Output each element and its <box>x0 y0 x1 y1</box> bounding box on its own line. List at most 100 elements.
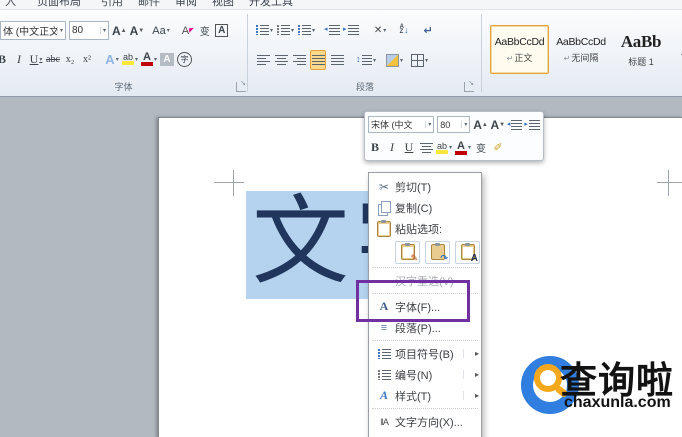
mini-highlight-button[interactable]: ab <box>436 140 452 156</box>
tab-developer[interactable]: 开发工具 <box>249 0 293 8</box>
mini-decrease-indent-button[interactable]: ◂ <box>507 117 523 133</box>
mini-shrink-font-button[interactable]: A ▼ <box>490 117 505 133</box>
paste-text-only-button[interactable]: A <box>455 240 480 264</box>
text-direction-icon: ‖A <box>380 416 389 427</box>
grow-font-button[interactable]: A ▲ <box>112 22 127 40</box>
menu-item-text-direction[interactable]: ‖A 文字方向(X)... <box>369 411 481 432</box>
distribute-button[interactable] <box>330 51 344 69</box>
style-card-heading1[interactable]: AaBb 标题 1 <box>612 25 670 74</box>
character-shading-button[interactable]: A <box>160 50 174 68</box>
paragraph-group-label: 段落 <box>355 82 374 92</box>
mini-font-name-combo[interactable]: 宋体 (中文 <box>368 116 435 133</box>
borders-button[interactable] <box>411 51 428 69</box>
group-separator <box>481 14 482 92</box>
tab-mailings[interactable]: 邮件 <box>138 0 160 8</box>
font-size-combo[interactable]: 80 <box>69 21 109 40</box>
numbering-icon <box>373 369 395 380</box>
shading-button[interactable] <box>386 51 403 69</box>
align-right-button[interactable] <box>292 51 306 69</box>
style-card-no-spacing[interactable]: AaBbCcDd ↵无间隔 <box>551 25 611 74</box>
style-preview: AaBb <box>620 31 662 51</box>
character-border-icon[interactable]: A <box>215 22 229 40</box>
styles-icon: A <box>379 388 388 402</box>
bold-button[interactable]: B <box>0 50 9 68</box>
tab-review[interactable]: 审阅 <box>175 0 197 8</box>
style-name: 标题 1 <box>628 56 654 67</box>
mini-grow-font-button[interactable]: A ▲ <box>473 117 488 133</box>
superscript-button[interactable]: x² <box>80 50 94 68</box>
menu-item-copy[interactable]: 复制(C) <box>369 197 481 218</box>
menu-item-bullets[interactable]: 项目符号(B) ▸ <box>369 343 481 364</box>
bullets-button[interactable] <box>256 21 273 39</box>
mini-increase-indent-button[interactable]: ▸ <box>524 117 540 133</box>
watermark-domain-text: chaxunla.com <box>564 394 671 411</box>
submenu-arrow-icon: ▸ <box>463 349 479 358</box>
highlight-color-button[interactable]: ab <box>122 50 138 68</box>
enclose-characters-button[interactable]: 字 <box>177 50 192 68</box>
clear-formatting-icon[interactable]: A ◤ <box>181 22 195 40</box>
strikethrough-button[interactable]: abc <box>46 50 60 68</box>
tab-view[interactable]: 视图 <box>212 0 234 8</box>
paste-merge-format-button[interactable]: ↷ <box>425 240 450 264</box>
mini-bold-button[interactable]: B <box>368 140 382 156</box>
align-left-button[interactable] <box>256 51 270 69</box>
menu-item-styles[interactable]: A 样式(T) ▸ <box>369 385 481 406</box>
menu-item-cut[interactable]: ✂ 剪切(T) <box>369 176 481 197</box>
menu-item-numbering[interactable]: 编号(N) ▸ <box>369 364 481 385</box>
brush-icon: ✎ <box>410 252 418 263</box>
copy-icon <box>373 200 395 215</box>
annotation-highlight-box <box>356 280 470 322</box>
style-name: ↵正文 <box>506 52 533 63</box>
menu-item-paste-options: 粘贴选项: <box>369 218 481 239</box>
line-spacing-button[interactable]: ↕ <box>356 51 376 69</box>
tab-insert[interactable]: 入 <box>5 0 16 8</box>
tab-page-layout[interactable]: 页面布局 <box>37 0 81 8</box>
mini-center-button[interactable] <box>419 140 433 156</box>
mini-phonetic-guide-icon[interactable]: 变 <box>474 140 488 156</box>
align-center-button[interactable] <box>274 51 288 69</box>
tab-references[interactable]: 引用 <box>101 0 123 8</box>
font-name-combo[interactable]: 体 (中文正文 <box>0 21 66 40</box>
mini-font-size-combo[interactable]: 80 <box>437 116 471 133</box>
paragraph-dialog-launcher-icon[interactable] <box>464 79 474 92</box>
font-group-label: 字体 <box>114 82 133 92</box>
show-hide-marks-button[interactable]: ↵ <box>421 21 435 39</box>
mini-underline-button[interactable]: U <box>402 140 416 156</box>
phonetic-guide-icon[interactable]: 变 <box>198 22 212 40</box>
margin-crop-mark <box>214 182 244 183</box>
paste-keep-source-button[interactable]: ✎ <box>395 240 420 264</box>
mini-italic-button[interactable]: I <box>385 140 399 156</box>
scissors-icon: ✂ <box>378 179 390 194</box>
shrink-font-button[interactable]: A ▼ <box>130 22 145 40</box>
style-name: ↵无间隔 <box>563 52 599 63</box>
multilevel-list-button[interactable] <box>298 21 315 39</box>
word-window: 入 页面布局 引用 邮件 审阅 视图 开发工具 体 (中文正文 80 A▲ A▼… <box>0 0 682 437</box>
bullets-icon <box>373 348 395 359</box>
merge-arrow-icon: ↷ <box>440 252 448 263</box>
increase-indent-button[interactable]: ▸ <box>343 21 360 39</box>
style-preview: AaBbCcDd <box>556 35 606 48</box>
style-card-normal[interactable]: AaBbCcDd ↵正文 <box>490 25 549 74</box>
sort-button[interactable]: A Z ↓ <box>397 21 411 39</box>
underline-button[interactable]: U <box>29 50 43 68</box>
paste-options-row: ✎ ↷ A <box>369 239 481 265</box>
subscript-button[interactable]: x₂ <box>63 50 77 68</box>
menu-item-insert-symbol[interactable]: 插入符号(S) <box>369 432 481 437</box>
mini-format-painter-icon[interactable]: ✐ <box>491 140 505 156</box>
font-dialog-launcher-icon[interactable] <box>236 79 246 92</box>
numbering-button[interactable] <box>277 21 294 39</box>
change-case-button[interactable]: Aa <box>152 22 169 40</box>
text-effects-button[interactable]: A <box>105 50 119 68</box>
text-selection-highlight[interactable]: 文字 <box>246 189 452 299</box>
decrease-indent-button[interactable]: ◂ <box>324 21 341 39</box>
font-color-button[interactable]: A <box>141 50 157 68</box>
margin-crop-mark <box>233 170 234 196</box>
justify-button[interactable] <box>310 50 326 70</box>
ribbon: 体 (中文正文 80 A▲ A▼ Aa A◤ 变 A B I U abc x₂ … <box>0 10 682 97</box>
menu-separator <box>372 267 478 268</box>
asian-layout-button[interactable]: ✕ <box>373 21 387 39</box>
italic-button[interactable]: I <box>12 50 26 68</box>
mini-font-color-button[interactable]: A <box>455 140 471 156</box>
style-card-partial[interactable]: A <box>671 25 682 74</box>
group-separator <box>247 14 248 92</box>
